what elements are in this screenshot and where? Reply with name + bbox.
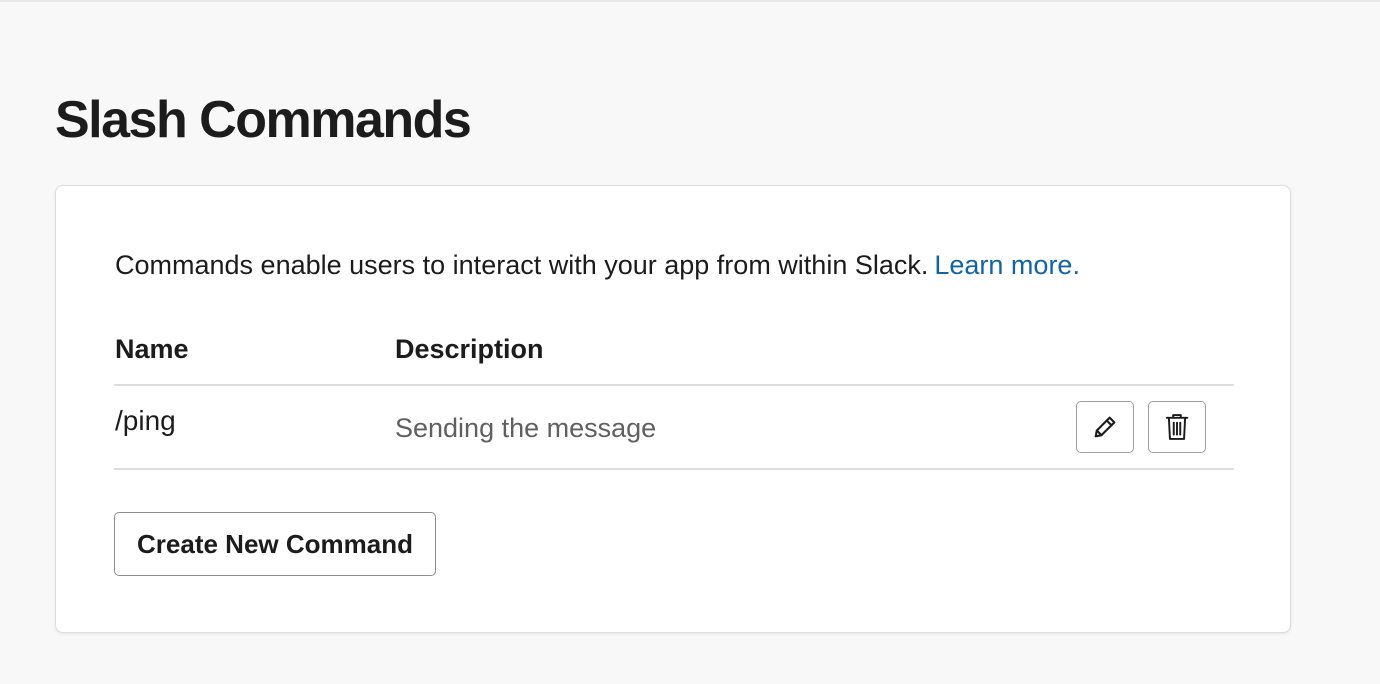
intro-paragraph: Commands enable users to interact with y… [115,246,1080,284]
table-row-divider [114,468,1234,470]
trash-icon [1164,412,1190,442]
top-divider [0,0,1380,2]
create-new-command-button[interactable]: Create New Command [114,512,436,576]
edit-command-button[interactable] [1076,401,1134,453]
command-name: /ping [115,405,176,436]
delete-command-button[interactable] [1148,401,1206,453]
learn-more-link[interactable]: Learn more. [934,250,1080,280]
column-header-description: Description [395,334,544,364]
intro-text: Commands enable users to interact with y… [115,250,929,280]
pencil-icon [1091,413,1119,441]
command-description: Sending the message [395,413,657,443]
column-header-name: Name [115,334,189,364]
page-title: Slash Commands [55,91,472,149]
slash-commands-card: Commands enable users to interact with y… [55,185,1291,633]
table-header-divider [114,384,1234,386]
